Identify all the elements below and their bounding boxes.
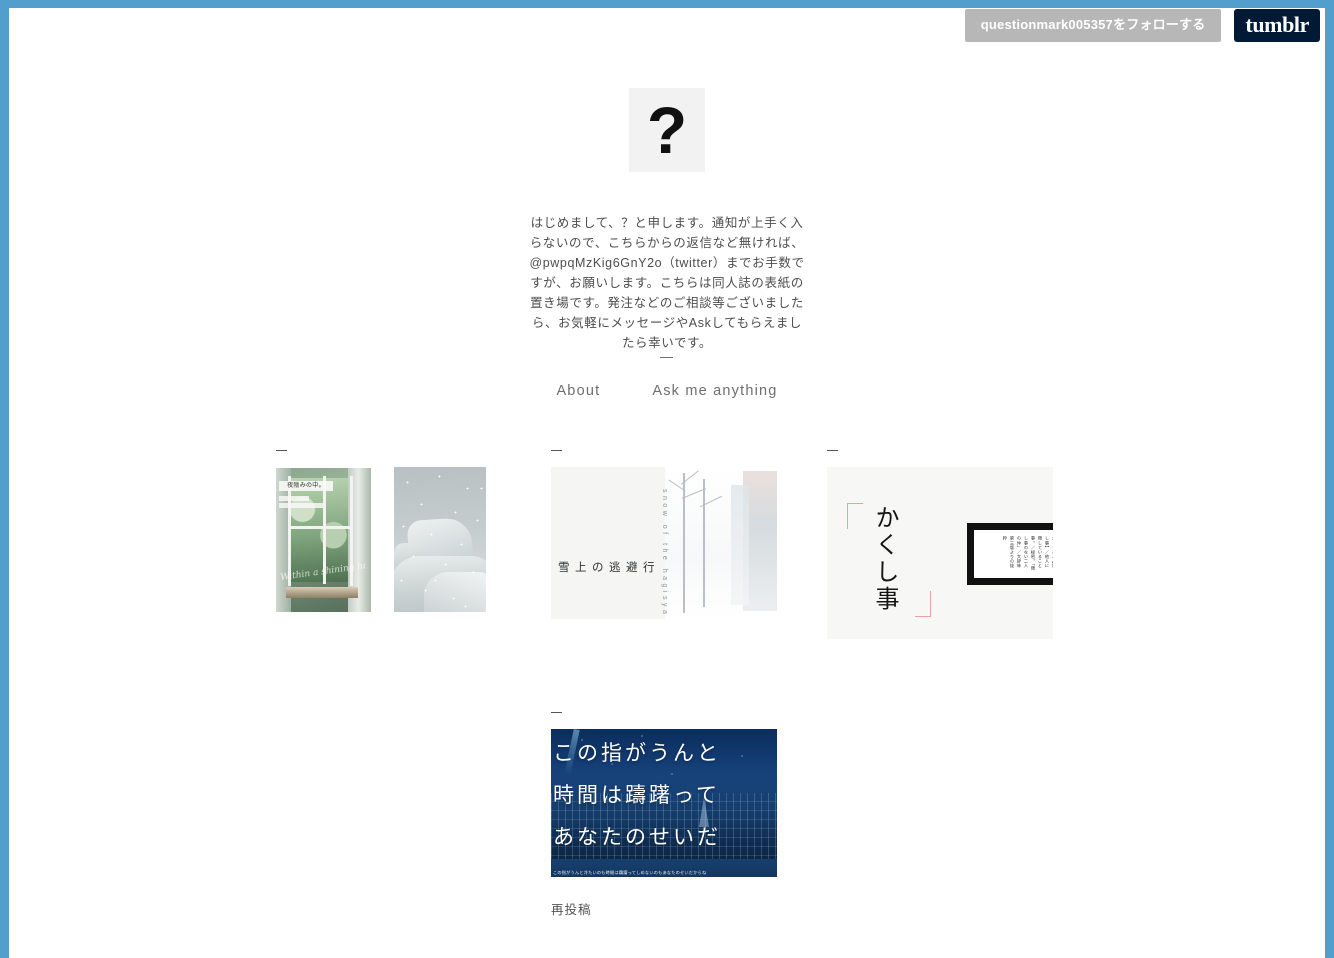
cover-title: 雪上の逃避行 <box>558 562 660 574</box>
snow-tree-trunk <box>703 479 705 607</box>
cover-image-bed[interactable] <box>394 467 486 612</box>
blog-description: はじめまして、？と申します。通知が上手く入らないので、こちらからの返信など無けれ… <box>529 216 805 350</box>
cover-vertical-text: snow of the hagisya <box>661 489 668 618</box>
dictionary-definition: かくしごと【隠し事】／他人に隠していること事。／秘密。「隠し事のない二人の仲」／… <box>1003 536 1053 571</box>
cover-subtitle-1 <box>279 496 309 501</box>
tumblr-follow-bar: questionmark005357をフォローする tumblr <box>964 9 1320 42</box>
post-divider-dash <box>551 712 562 713</box>
post-divider-dash <box>827 450 838 451</box>
cover-line-1: この指がうんと <box>553 741 721 765</box>
page-frame-top <box>0 0 1334 8</box>
bracket-top-left-icon <box>847 503 863 529</box>
page-frame-left <box>0 0 9 958</box>
post-divider-dash <box>551 450 562 451</box>
photoset-row: 夜陰みの中。 Within a shining hope / Within a … <box>276 467 486 612</box>
cover-subtitle-2 <box>279 503 323 508</box>
post-kakushigoto[interactable]: かくし事 かくしごと【隠し事】／他人に隠していること事。／秘密。「隠し事のない二… <box>827 450 1053 639</box>
cover-image-city[interactable]: この指がうんと 時間は躊躇って あなたのせいだ この指がうんと冷たいのも時間は躊… <box>551 729 777 877</box>
main-nav: About Ask me anything <box>0 383 1334 399</box>
cover-image-window[interactable]: 夜陰みの中。 Within a shining hope / Within a … <box>276 468 371 612</box>
window-mullion-h <box>290 526 352 529</box>
sparkle-overlay <box>394 467 486 612</box>
bracket-bottom-right-icon <box>915 591 931 617</box>
post-photoset[interactable]: 夜陰みの中。 Within a shining hope / Within a … <box>276 450 486 612</box>
cover-image-kakushigoto[interactable]: かくし事 かくしごと【隠し事】／他人に隠していること事。／秘密。「隠し事のない二… <box>827 467 1053 639</box>
tumblr-logo[interactable]: tumblr <box>1234 9 1320 42</box>
page-frame-right <box>1325 0 1334 958</box>
cover-footnote: この指がうんと冷たいのも時間は躊躇ってしめないのもあなたのせいだからね <box>553 870 707 875</box>
snow-photograph <box>665 467 777 619</box>
question-mark-icon: ? <box>646 93 688 167</box>
follow-button[interactable]: questionmark005357をフォローする <box>964 9 1222 42</box>
framed-panel-inner: かくしごと【隠し事】／他人に隠していること事。／秘密。「隠し事のない二人の仲」／… <box>974 530 1053 578</box>
snow-building-far <box>731 485 749 605</box>
cover-title: かくし事 <box>871 505 897 613</box>
nav-divider <box>660 357 673 358</box>
cover-title: 夜陰みの中。 <box>279 481 333 491</box>
snow-tree-trunk <box>683 473 685 613</box>
cover-line-2: 時間は躊躇って <box>553 783 720 807</box>
avatar[interactable]: ? <box>629 88 705 172</box>
post-divider-dash <box>276 450 287 451</box>
nav-link-ask[interactable]: Ask me anything <box>652 383 777 399</box>
window-frame-left <box>288 476 291 586</box>
cover-line-3: あなたのせいだ <box>553 825 721 849</box>
post-caption: 再投稿 <box>551 903 592 917</box>
nav-link-about[interactable]: About <box>556 383 600 399</box>
cover-image-snow[interactable]: 雪上の逃避行 snow of the hagisya <box>551 467 777 619</box>
post-blue-city[interactable]: この指がうんと 時間は躊躇って あなたのせいだ この指がうんと冷たいのも時間は躊… <box>551 712 777 918</box>
post-snow-cover[interactable]: 雪上の逃避行 snow of the hagisya <box>551 450 777 619</box>
framed-panel: かくしごと【隠し事】／他人に隠していること事。／秘密。「隠し事のない二人の仲」／… <box>967 523 1053 585</box>
